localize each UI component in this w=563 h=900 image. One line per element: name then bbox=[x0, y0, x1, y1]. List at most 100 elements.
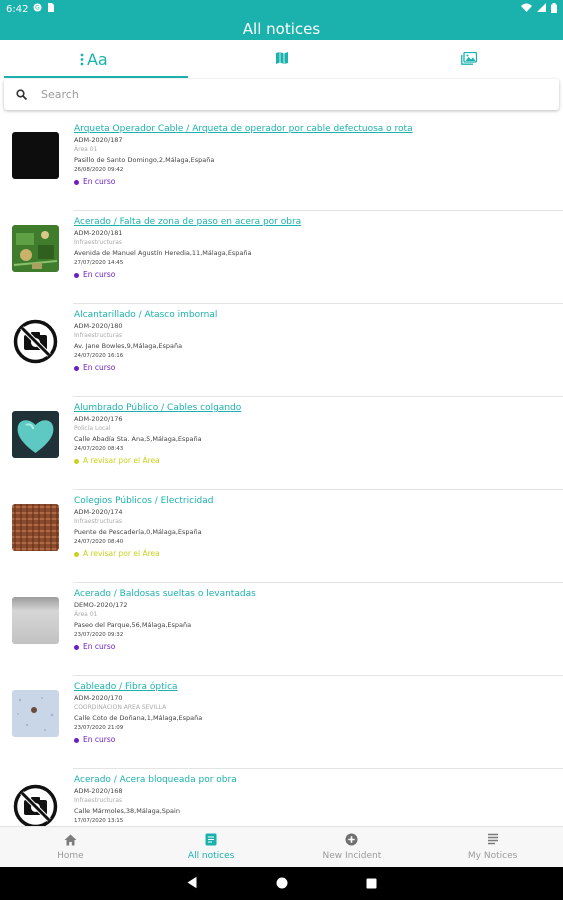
status-bar: 6:42 G bbox=[0, 0, 563, 18]
list-item[interactable]: Colegios Públicos / Electricidad ADM-202… bbox=[0, 490, 563, 583]
status-dot bbox=[74, 272, 79, 278]
search-input[interactable] bbox=[41, 88, 521, 101]
status-dot bbox=[74, 644, 79, 650]
notice-status: A revisar por el Área bbox=[74, 454, 555, 468]
status-dot bbox=[74, 458, 79, 464]
nav-my-notices[interactable]: My Notices bbox=[422, 827, 563, 867]
wifi-icon bbox=[521, 3, 532, 15]
notice-area: Infraestructuras bbox=[74, 239, 122, 246]
nav-my-notices-label: My Notices bbox=[467, 851, 518, 861]
status-dot bbox=[74, 365, 79, 371]
notice-photo bbox=[12, 597, 59, 644]
my-notices-icon bbox=[487, 833, 499, 849]
status-dot bbox=[74, 179, 79, 185]
notice-code: DEMO-2020/172 bbox=[74, 601, 128, 609]
nav-new-incident[interactable]: New Incident bbox=[282, 827, 423, 867]
notice-code: ADM-2020/168 bbox=[74, 787, 123, 795]
svg-text:G: G bbox=[36, 5, 41, 12]
notice-title[interactable]: Acerado / Acera bloqueada por obra bbox=[74, 774, 555, 786]
status-time: 6:42 bbox=[6, 3, 29, 15]
no-photo-icon bbox=[12, 783, 59, 826]
notice-code: ADM-2020/187 bbox=[74, 136, 123, 144]
bottom-nav: Home All notices New Incident My Notices bbox=[0, 826, 563, 867]
notice-status: En curso bbox=[74, 733, 555, 747]
notice-title[interactable]: Colegios Públicos / Electricidad bbox=[74, 495, 555, 507]
list-item[interactable]: Cableado / Fibra óptica ADM-2020/170 COO… bbox=[0, 676, 563, 769]
notice-address: Calle Abadía Sta. Ana,5,Málaga,España bbox=[74, 435, 202, 443]
list-item[interactable]: Arqueta Operador Cable / Arqueta de oper… bbox=[0, 118, 563, 211]
notice-title[interactable]: Acerado / Falta de zona de paso en acera… bbox=[74, 216, 555, 228]
notice-address: Avenida de Manuel Agustín Heredia,11,Mál… bbox=[74, 249, 252, 257]
status-dot bbox=[74, 737, 79, 743]
notice-photo bbox=[12, 225, 59, 272]
home-icon bbox=[64, 834, 77, 849]
sim-card-icon bbox=[47, 3, 55, 15]
notice-area: Infraestructuras bbox=[74, 518, 122, 525]
status-dot bbox=[74, 551, 79, 557]
notice-address: Calle Mármoles,38,Málaga,Spain bbox=[74, 807, 180, 815]
gallery-icon bbox=[461, 50, 478, 69]
nav-all-notices-label: All notices bbox=[187, 851, 235, 861]
home-circle-icon[interactable] bbox=[276, 874, 288, 893]
notice-status: A revisar por el Área bbox=[74, 547, 555, 561]
list-item[interactable]: Acerado / Baldosas sueltas o levantadas … bbox=[0, 583, 563, 676]
notice-status: En curso bbox=[74, 175, 555, 189]
back-icon[interactable] bbox=[186, 874, 198, 893]
notification-app-icon: G bbox=[33, 3, 42, 15]
recents-icon[interactable] bbox=[366, 874, 377, 893]
notice-title[interactable]: Alcantarillado / Atasco imbornal bbox=[74, 309, 555, 321]
notice-date: 17/07/2020 13:15 bbox=[74, 818, 124, 824]
search-icon bbox=[16, 85, 28, 104]
notice-date: 27/07/2020 14:45 bbox=[74, 260, 124, 266]
search-bar bbox=[4, 79, 559, 110]
list-item[interactable]: Acerado / Acera bloqueada por obra ADM-2… bbox=[0, 769, 563, 826]
notice-title[interactable]: Cableado / Fibra óptica bbox=[74, 681, 555, 693]
status-label: En curso bbox=[83, 735, 116, 744]
status-label: En curso bbox=[83, 642, 116, 651]
view-tabs: Aa bbox=[0, 40, 563, 78]
notice-address: Puente de Pescadería,0,Málaga,España bbox=[74, 528, 202, 536]
notice-title[interactable]: Arqueta Operador Cable / Arqueta de oper… bbox=[74, 123, 555, 135]
notice-list: Arqueta Operador Cable / Arqueta de oper… bbox=[0, 118, 563, 826]
nav-home-label: Home bbox=[57, 850, 84, 861]
notice-photo bbox=[12, 411, 59, 458]
notice-address: Paseo del Parque,56,Málaga,España bbox=[74, 621, 192, 629]
notice-area: Área 01 bbox=[74, 146, 98, 153]
nav-home[interactable]: Home bbox=[0, 827, 141, 867]
notice-date: 24/07/2020 16:16 bbox=[74, 353, 124, 359]
tab-list-label: Aa bbox=[86, 49, 108, 69]
notice-code: ADM-2020/180 bbox=[74, 322, 123, 330]
notice-date: 23/07/2020 09:32 bbox=[74, 632, 124, 638]
no-photo-icon bbox=[12, 318, 59, 365]
tab-gallery[interactable] bbox=[375, 40, 563, 78]
status-label: A revisar por el Área bbox=[83, 456, 160, 465]
list-text-icon bbox=[80, 53, 84, 66]
notice-status: En curso bbox=[74, 640, 555, 654]
add-circle-icon bbox=[345, 833, 358, 849]
notice-date: 23/07/2020 21:09 bbox=[74, 725, 124, 731]
notice-area: Infraestructuras bbox=[74, 797, 122, 804]
tab-map[interactable] bbox=[188, 40, 376, 78]
notice-code: ADM-2020/176 bbox=[74, 415, 123, 423]
notice-area: Infraestructuras bbox=[74, 332, 122, 339]
nav-all-notices[interactable]: All notices bbox=[141, 827, 282, 867]
status-label: En curso bbox=[83, 270, 116, 279]
notice-date: 26/08/2020 09:42 bbox=[74, 167, 124, 173]
notice-code: ADM-2020/181 bbox=[74, 229, 123, 237]
status-label: A revisar por el Área bbox=[83, 549, 160, 558]
notice-photo bbox=[12, 504, 59, 551]
list-item[interactable]: Alumbrado Público / Cables colgando ADM-… bbox=[0, 397, 563, 490]
notice-date: 24/07/2020 08:40 bbox=[74, 539, 124, 545]
tab-list[interactable]: Aa bbox=[0, 40, 188, 78]
list-item[interactable]: Acerado / Falta de zona de paso en acera… bbox=[0, 211, 563, 304]
notice-title[interactable]: Acerado / Baldosas sueltas o levantadas bbox=[74, 588, 555, 600]
system-nav-bar bbox=[0, 867, 563, 900]
nav-new-incident-label: New Incident bbox=[322, 851, 382, 861]
list-item[interactable]: Alcantarillado / Atasco imbornal ADM-202… bbox=[0, 304, 563, 397]
notice-status: En curso bbox=[74, 268, 555, 282]
notice-area: COORDINACION AREA SEVILLA bbox=[74, 704, 167, 711]
battery-icon bbox=[551, 2, 557, 16]
notice-photo bbox=[12, 132, 59, 179]
notice-title[interactable]: Alumbrado Público / Cables colgando bbox=[74, 402, 555, 414]
notice-area: Área 01 bbox=[74, 611, 98, 618]
